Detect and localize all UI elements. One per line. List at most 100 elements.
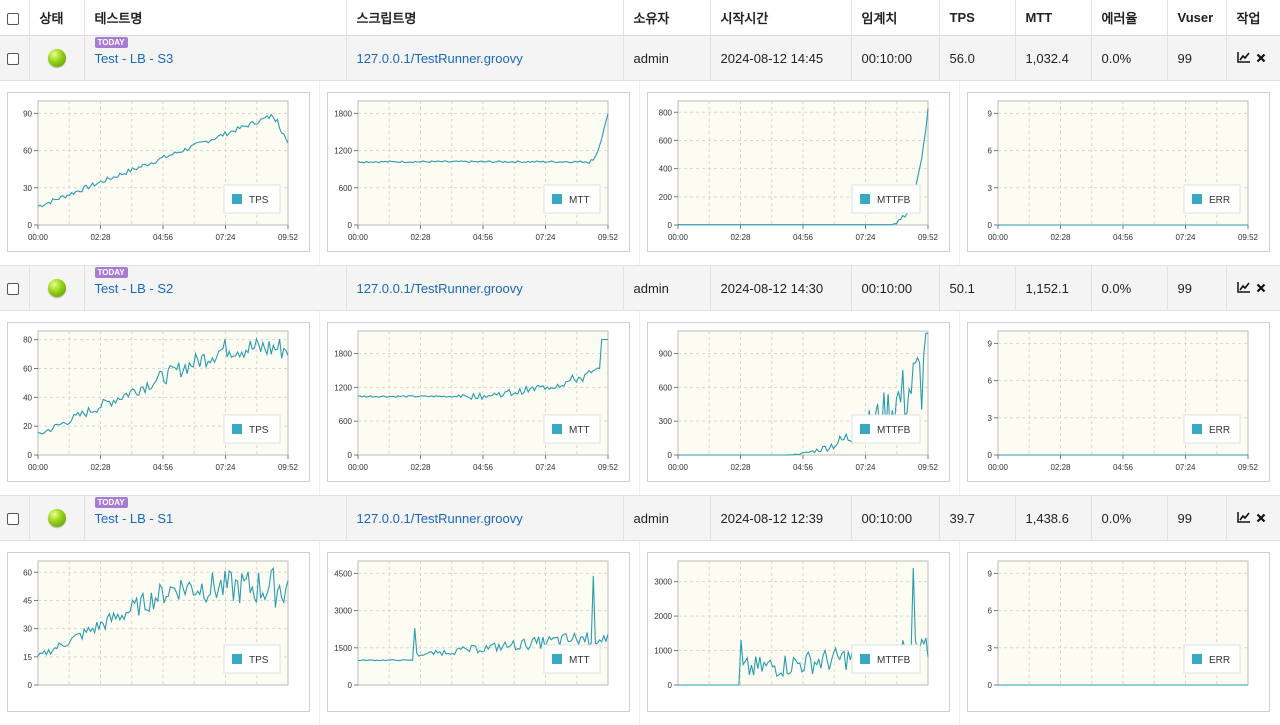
col-error-rate[interactable]: 에러율: [1091, 0, 1167, 36]
chart-svg: 036900:0002:2804:5607:2409:52ERR: [968, 323, 1269, 481]
legend-swatch: [860, 654, 870, 664]
test-row[interactable]: TODAYTest - LB - S2 127.0.0.1/TestRunner…: [0, 266, 1280, 311]
mtt-value: 1,032.4: [1015, 36, 1091, 81]
vuser-value: 99: [1167, 266, 1226, 311]
x-tick-label: 07:24: [1175, 463, 1196, 472]
col-script-name[interactable]: 스크립트명: [346, 0, 623, 36]
legend-swatch: [1192, 194, 1202, 204]
x-tick-label: 09:52: [278, 233, 299, 242]
x-tick-label: 00:00: [988, 463, 1009, 472]
legend-label: MTTFB: [877, 195, 911, 206]
chart-line-icon[interactable]: [1237, 281, 1251, 296]
col-threshold[interactable]: 임계치: [851, 0, 939, 36]
col-start-time[interactable]: 시작시간: [710, 0, 851, 36]
y-tick-label: 0: [348, 681, 353, 690]
y-tick-label: 0: [988, 681, 993, 690]
chart-mtt: 06001200180000:0002:2804:5607:2409:52MTT: [320, 311, 640, 495]
tps-value: 39.7: [939, 496, 1015, 541]
owner: admin: [623, 266, 710, 311]
y-tick-label: 0: [28, 451, 33, 460]
x-tick-label: 00:00: [28, 463, 49, 472]
y-tick-label: 9: [988, 109, 993, 118]
col-tps[interactable]: TPS: [939, 0, 1015, 36]
chart-line-icon[interactable]: [1237, 51, 1251, 66]
y-tick-label: 4500: [334, 569, 352, 578]
y-tick-label: 30: [23, 184, 32, 193]
y-tick-label: 3: [988, 414, 993, 423]
y-tick-label: 0: [348, 451, 353, 460]
y-tick-label: 9: [988, 339, 993, 348]
threshold: 00:10:00: [851, 266, 939, 311]
close-icon[interactable]: [1256, 51, 1266, 66]
y-tick-label: 600: [659, 136, 673, 145]
script-name-link[interactable]: 127.0.0.1/TestRunner.groovy: [357, 281, 523, 296]
select-all-checkbox[interactable]: [7, 13, 19, 25]
chart-mtt: 0150030004500MTT: [320, 541, 640, 725]
x-tick-label: 07:24: [215, 233, 236, 242]
legend-label: ERR: [1209, 195, 1230, 206]
start-time: 2024-08-12 14:45: [710, 36, 851, 81]
col-mtt[interactable]: MTT: [1015, 0, 1091, 36]
col-test-name[interactable]: 테스트명: [84, 0, 346, 36]
y-tick-label: 0: [668, 451, 673, 460]
chart-frame: 06001200180000:0002:2804:5607:2409:52MTT: [327, 92, 630, 252]
y-tick-label: 0: [668, 681, 673, 690]
x-tick-label: 07:24: [215, 463, 236, 472]
chart-err: 036900:0002:2804:5607:2409:52ERR: [960, 311, 1280, 495]
legend-label: MTTFB: [877, 425, 911, 436]
test-name-link[interactable]: Test - LB - S2: [95, 281, 174, 296]
x-tick-label: 09:52: [278, 463, 299, 472]
y-tick-label: 300: [659, 417, 673, 426]
col-vuser[interactable]: Vuser: [1167, 0, 1226, 36]
col-owner[interactable]: 소유자: [623, 0, 710, 36]
row-checkbox[interactable]: [7, 283, 19, 295]
chart-legend: MTTFB: [852, 185, 920, 213]
y-tick-label: 3: [988, 644, 993, 653]
chart-row: 02040608000:0002:2804:5607:2409:52TPS060…: [0, 311, 1280, 496]
x-tick-label: 04:56: [153, 463, 174, 472]
chart-svg: 015304560TPS: [8, 553, 309, 711]
x-tick-label: 02:28: [1050, 463, 1071, 472]
chart-svg: 0150030004500MTT: [328, 553, 629, 711]
close-icon[interactable]: [1256, 511, 1266, 526]
chart-legend: MTT: [544, 415, 600, 443]
row-checkbox[interactable]: [7, 53, 19, 65]
x-tick-label: 07:24: [855, 463, 876, 472]
x-tick-label: 09:52: [1238, 463, 1259, 472]
y-tick-label: 1500: [334, 644, 352, 653]
threshold: 00:10:00: [851, 496, 939, 541]
row-checkbox[interactable]: [7, 513, 19, 525]
y-tick-label: 6: [988, 147, 993, 156]
chart-frame: 02040608000:0002:2804:5607:2409:52TPS: [7, 322, 310, 482]
test-name-link[interactable]: Test - LB - S1: [95, 511, 174, 526]
x-tick-label: 04:56: [473, 463, 494, 472]
x-tick-label: 09:52: [598, 463, 619, 472]
y-tick-label: 0: [348, 221, 353, 230]
x-tick-label: 00:00: [988, 233, 1009, 242]
x-tick-label: 02:28: [90, 463, 111, 472]
y-tick-label: 600: [659, 383, 673, 392]
test-row[interactable]: TODAYTest - LB - S1 127.0.0.1/TestRunner…: [0, 496, 1280, 541]
close-icon[interactable]: [1256, 281, 1266, 296]
chart-line-icon[interactable]: [1237, 511, 1251, 526]
script-name-link[interactable]: 127.0.0.1/TestRunner.groovy: [357, 511, 523, 526]
test-row[interactable]: TODAYTest - LB - S3 127.0.0.1/TestRunner…: [0, 36, 1280, 81]
legend-swatch: [232, 424, 242, 434]
y-tick-label: 9: [988, 569, 993, 578]
script-name-link[interactable]: 127.0.0.1/TestRunner.groovy: [357, 51, 523, 66]
chart-legend: TPS: [224, 185, 280, 213]
test-name-link[interactable]: Test - LB - S3: [95, 51, 174, 66]
x-tick-label: 02:28: [730, 233, 751, 242]
chart-tps: 030609000:0002:2804:5607:2409:52TPS: [0, 81, 320, 265]
error-rate-value: 0.0%: [1091, 266, 1167, 311]
x-tick-label: 07:24: [855, 233, 876, 242]
chart-legend: TPS: [224, 415, 280, 443]
chart-mttfb: 020040060080000:0002:2804:5607:2409:52MT…: [640, 81, 960, 265]
x-tick-label: 04:56: [473, 233, 494, 242]
chart-mttfb: 030060090000:0002:2804:5607:2409:52MTTFB: [640, 311, 960, 495]
y-tick-label: 0: [28, 681, 33, 690]
mtt-value: 1,152.1: [1015, 266, 1091, 311]
chart-svg: 06001200180000:0002:2804:5607:2409:52MTT: [328, 93, 629, 251]
y-tick-label: 600: [339, 184, 353, 193]
col-status[interactable]: 상태: [29, 0, 84, 36]
